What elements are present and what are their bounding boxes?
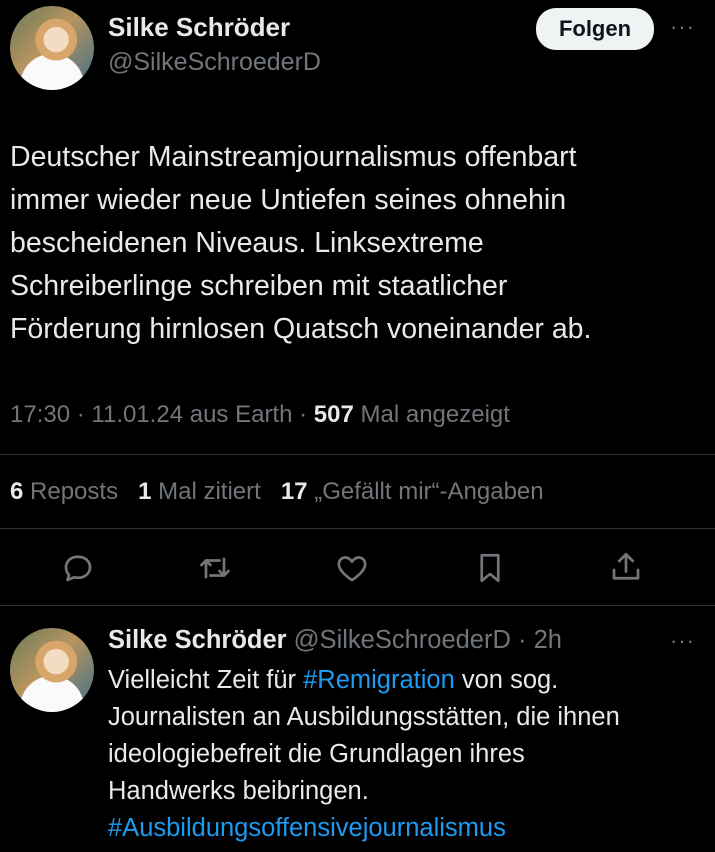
- views-count: 507: [313, 401, 354, 428]
- reply-author-handle[interactable]: @SilkeSchroederD: [294, 626, 511, 654]
- reply-text-fragment: von sog.: [454, 666, 559, 694]
- reply-text-fragment: Vielleicht Zeit für: [108, 666, 304, 694]
- tweet-text-line: bescheidenen Niveaus. Linksextreme: [10, 227, 484, 259]
- tweet-date[interactable]: 11.01.24: [91, 401, 183, 428]
- reply-header: Silke Schröder @SilkeSchroederD · 2h: [108, 626, 562, 655]
- reply-text-line: Handwerks beibringen.: [108, 777, 369, 805]
- reposts-stat[interactable]: 6 Reposts: [10, 478, 118, 505]
- tweet-text-line: Schreiberlinge schreiben mit staatlicher: [10, 270, 508, 302]
- reply-more-options-icon[interactable]: ···: [670, 628, 695, 654]
- reply-text-line: ideologiebefreit die Grundlagen ihres: [108, 740, 525, 768]
- quotes-label: Mal zitiert: [158, 478, 261, 505]
- reply-text: Vielleicht Zeit für #Remigration von sog…: [108, 662, 708, 847]
- quotes-stat[interactable]: 1 Mal zitiert: [138, 478, 261, 505]
- author-name[interactable]: Silke Schröder: [108, 12, 290, 43]
- hashtag-remigration[interactable]: #Remigration: [303, 666, 455, 694]
- reply-age[interactable]: 2h: [534, 626, 562, 654]
- more-options-icon[interactable]: ···: [670, 14, 695, 40]
- repost-icon[interactable]: [196, 550, 234, 586]
- likes-count: 17: [280, 478, 308, 505]
- like-icon[interactable]: [334, 550, 370, 586]
- tweet-text-line: Deutscher Mainstreamjournalismus offenba…: [10, 141, 577, 173]
- tweet-text-line: Förderung hirnlosen Quatsch voneinander …: [10, 313, 592, 345]
- separator: ·: [76, 401, 92, 428]
- hashtag-ausbildungsoffensive[interactable]: #Ausbildungsoffensivejournalismus: [108, 810, 708, 847]
- bookmark-icon[interactable]: [472, 550, 508, 586]
- views-label: Mal angezeigt: [360, 401, 510, 428]
- divider: [0, 605, 715, 606]
- author-avatar[interactable]: [10, 6, 94, 90]
- reply-author-name[interactable]: Silke Schröder: [108, 626, 287, 654]
- divider: [0, 528, 715, 529]
- separator: ·: [299, 401, 314, 428]
- follow-button[interactable]: Folgen: [536, 8, 654, 50]
- reposts-label: Reposts: [30, 478, 119, 505]
- tweet-time[interactable]: 17:30: [10, 401, 70, 428]
- tweet-meta: 17:30 · 11.01.24 aus Earth · 507 Mal ang…: [10, 401, 510, 429]
- reply-text-line: Journalisten an Ausbildungsstätten, die …: [108, 703, 620, 731]
- likes-label: „Gefällt mir“-Angaben: [314, 478, 544, 505]
- tweet-text-line: immer wieder neue Untiefen seines ohnehi…: [10, 184, 567, 216]
- separator: ·: [510, 626, 534, 654]
- reply-icon[interactable]: [60, 550, 96, 586]
- share-icon[interactable]: [608, 548, 644, 586]
- quotes-count: 1: [138, 478, 152, 505]
- author-handle[interactable]: @SilkeSchroederD: [108, 48, 321, 77]
- tweet-source: aus Earth: [189, 401, 293, 428]
- reposts-count: 6: [10, 478, 24, 505]
- tweet-stats: 6 Reposts 1 Mal zitiert 17 „Gefällt mir“…: [10, 478, 544, 506]
- reply-text-line: Vielleicht Zeit für #Remigration von sog…: [108, 662, 708, 699]
- tweet-text: Deutscher Mainstreamjournalismus offenba…: [10, 136, 710, 351]
- divider: [0, 454, 715, 455]
- reply-author-avatar[interactable]: [10, 628, 94, 712]
- likes-stat[interactable]: 17 „Gefällt mir“-Angaben: [281, 478, 544, 505]
